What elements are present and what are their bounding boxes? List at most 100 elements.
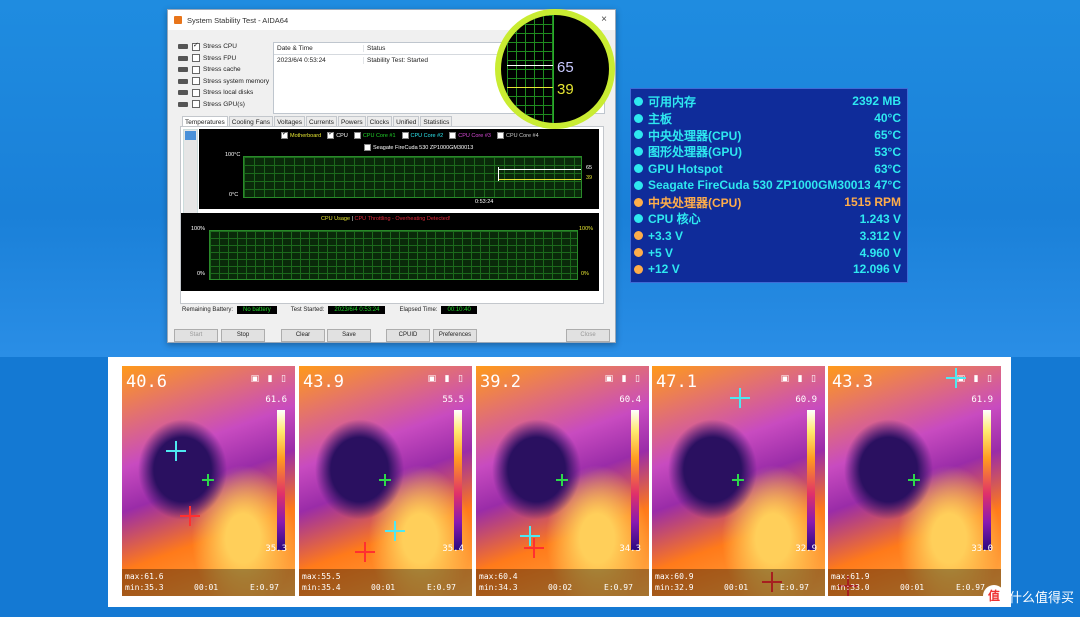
sensor-label: 图形处理器(GPU) — [648, 145, 742, 160]
stress-option[interactable]: Stress cache — [178, 64, 278, 76]
started-label: Test Started: — [290, 307, 325, 313]
min-crosshair-icon — [355, 542, 375, 562]
sensor-value: 2392 MB — [852, 94, 901, 109]
legend-cpu-core-1[interactable]: CPU Core #1 — [353, 132, 396, 139]
sensor-label: +5 V — [648, 245, 674, 260]
stress-options: Stress CPU Stress FPU Stress cache Stres… — [178, 41, 278, 110]
footer-min: min:33.0 — [831, 583, 870, 592]
temperature-plot — [243, 156, 582, 198]
stress-checkbox[interactable] — [192, 88, 200, 97]
disk-icon — [634, 180, 643, 190]
legend-disk[interactable]: Seagate FireCuda 530 ZP1000GM30013 — [364, 144, 473, 151]
center-temp: 43.9 — [303, 372, 344, 392]
log-col-date[interactable]: Date & Time — [274, 45, 364, 52]
legend-cpu[interactable]: CPU — [327, 130, 348, 139]
sensor-row: CPU 核心 1.243 V — [631, 211, 907, 228]
scroll-thumb[interactable] — [185, 131, 196, 140]
log-status: Stability Test: Started — [367, 57, 428, 64]
close-icon[interactable]: × — [601, 14, 607, 25]
legend-checkbox[interactable] — [496, 132, 504, 139]
legend-checkbox[interactable] — [281, 130, 288, 139]
memory-device-icon — [178, 78, 188, 84]
sensor-label: +3.3 V — [648, 228, 684, 243]
scale-min: 33.0 — [971, 544, 993, 554]
legend-checkbox[interactable] — [401, 132, 409, 139]
usage-left-top: 100% — [191, 226, 206, 232]
legend-label: Seagate FireCuda 530 ZP1000GM30013 — [373, 144, 474, 151]
center-temp: 43.3 — [832, 372, 873, 392]
stress-option[interactable]: Stress FPU — [178, 53, 278, 65]
stress-label: Stress cache — [203, 66, 241, 74]
thermal-footer: max:55.5 min:35.4 00:01 E:0.97 — [299, 569, 472, 596]
stress-checkbox[interactable] — [192, 41, 200, 51]
stop-button[interactable]: Stop — [221, 329, 265, 342]
cache-device-icon — [178, 67, 188, 73]
stress-checkbox[interactable] — [192, 65, 200, 74]
clear-button[interactable]: Clear — [281, 329, 325, 342]
cpu-temp-line — [498, 169, 581, 170]
center-temp: 39.2 — [480, 372, 521, 392]
stress-option[interactable]: Stress system memory — [178, 76, 278, 88]
voltage-icon — [634, 248, 643, 258]
battery-value: No battery — [237, 306, 277, 314]
footer-max: max:60.4 — [479, 572, 518, 581]
footer-max: max:60.9 — [655, 572, 694, 581]
time-label: 0:53:24 — [475, 199, 494, 205]
legend-checkbox[interactable] — [364, 144, 371, 151]
legend-motherboard[interactable]: Motherboard — [281, 130, 321, 139]
stress-option[interactable]: Stress CPU — [178, 41, 278, 53]
cpuid-button[interactable]: CPUID — [386, 329, 430, 342]
scale-min: 35.3 — [265, 544, 287, 554]
legend-label: CPU Core #2 — [410, 132, 444, 139]
y-max-label: 100°C — [225, 152, 241, 158]
scale-max: 60.9 — [795, 395, 817, 405]
button-row: Start Stop Clear Save CPUID Preferences … — [174, 329, 610, 342]
scale-max: 60.4 — [619, 395, 641, 405]
legend-checkbox[interactable] — [449, 132, 457, 139]
thermal-image: 40.6 ▣ ▮ ▯ 61.6 35.3 max:61.6 min:35.3 0… — [122, 366, 295, 596]
legend-cpu-core-3[interactable]: CPU Core #3 — [449, 132, 491, 139]
sensor-value: 4.960 V — [859, 245, 901, 260]
save-button[interactable]: Save — [327, 329, 371, 342]
sensor-row: 可用内存 2392 MB — [631, 93, 907, 110]
fan-icon — [634, 197, 643, 207]
legend-checkbox[interactable] — [327, 130, 335, 139]
min-crosshair-icon — [524, 538, 544, 558]
footer-min: min:32.9 — [655, 583, 694, 592]
start-marker — [498, 167, 499, 181]
stress-checkbox[interactable] — [192, 100, 200, 109]
legend-label: CPU Core #1 — [362, 132, 396, 139]
magnified-mb-value: 39 — [557, 81, 574, 98]
center-crosshair-icon — [379, 474, 391, 486]
cpu-usage-graph: CPU Usage | CPU Throttling - Overheating… — [181, 213, 599, 291]
close-button[interactable]: Close — [566, 329, 610, 342]
footer-emissivity: E:0.97 — [427, 583, 456, 592]
legend-cpu-core-4[interactable]: CPU Core #4 — [496, 132, 539, 139]
stress-checkbox[interactable] — [192, 77, 200, 86]
voltage-icon — [634, 231, 643, 241]
stress-checkbox[interactable] — [192, 54, 200, 63]
footer-max: max:61.9 — [831, 572, 870, 581]
stress-option[interactable]: Stress local disks — [178, 87, 278, 99]
legend-cpu-core-2[interactable]: CPU Core #2 — [401, 132, 444, 139]
log-col-status[interactable]: Status — [364, 45, 385, 52]
camera-status-icons: ▣ ▮ ▯ — [427, 373, 466, 383]
thermal-image: 47.1 ▣ ▮ ▯ 60.9 32.9 max:60.9 min:32.9 0… — [652, 366, 825, 596]
camera-status-icons: ▣ ▮ ▯ — [780, 373, 819, 383]
preferences-button[interactable]: Preferences — [433, 329, 477, 342]
usage-caption-b: CPU Throttling - Overheating Detected! — [354, 216, 451, 222]
stress-option[interactable]: Stress GPU(s) — [178, 99, 278, 111]
stress-label: Stress GPU(s) — [203, 100, 245, 108]
thermal-footer: max:61.6 min:35.3 00:01 E:0.97 — [122, 569, 295, 596]
color-scale-bar — [277, 410, 285, 550]
start-button[interactable]: Start — [174, 329, 218, 342]
cpu-device-icon — [178, 44, 188, 50]
legend-label: CPU — [336, 132, 348, 139]
sensor-label: 中央处理器(CPU) — [648, 128, 742, 143]
battery-label: Remaining Battery: — [182, 307, 234, 313]
footer-emissivity: E:0.97 — [780, 583, 809, 592]
scale-min: 32.9 — [795, 544, 817, 554]
legend-checkbox[interactable] — [353, 132, 361, 139]
smzdm-logo-icon: 值 — [982, 585, 1005, 607]
color-scale-bar — [631, 410, 639, 550]
